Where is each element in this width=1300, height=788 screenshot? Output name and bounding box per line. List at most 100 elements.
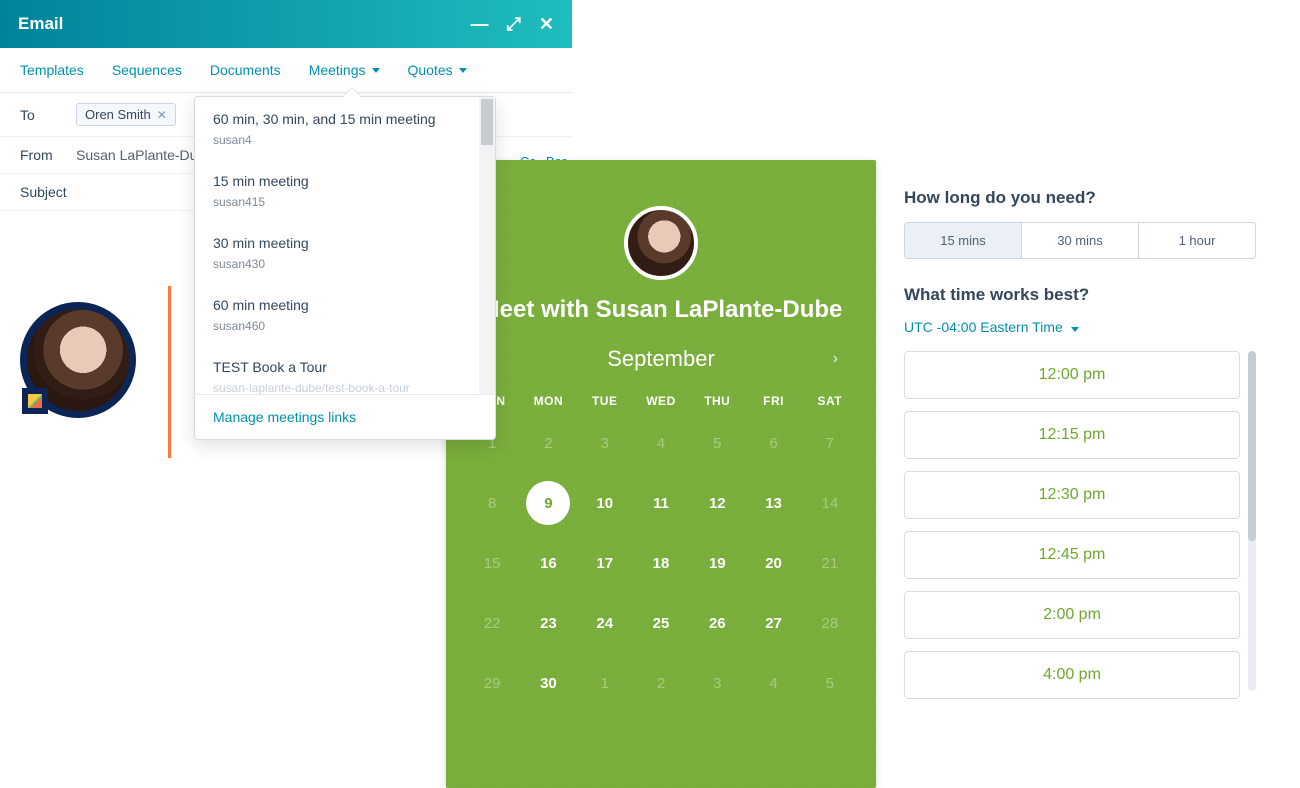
week-row: 891011121314 [464,486,858,520]
booking-panel: How long do you need? 15 mins30 mins1 ho… [880,168,1280,719]
calendar-day[interactable]: 3 [689,666,745,700]
meeting-title: 60 min meeting [213,297,477,313]
meeting-title: 30 min meeting [213,235,477,251]
sequences-tab[interactable]: Sequences [112,62,182,78]
dow-label: THU [689,394,745,408]
calendar-day[interactable]: 20 [745,546,801,580]
time-slot[interactable]: 12:15 pm [904,411,1240,459]
title-bar: Email — ⤢ ✕ [0,0,572,48]
calendar-day[interactable]: 24 [577,606,633,640]
close-icon[interactable]: ✕ [539,14,554,35]
calendar-day[interactable]: 17 [577,546,633,580]
avatar-badge [22,388,48,414]
calendar-day[interactable]: 25 [633,606,689,640]
calendar-day[interactable]: 4 [745,666,801,700]
day-of-week-row: SUNMONTUEWEDTHUFRISAT [464,394,858,408]
timezone-select[interactable]: UTC -04:00 Eastern Time [904,319,1256,335]
to-label: To [20,107,76,123]
meeting-title: 15 min meeting [213,173,477,189]
calendar-day[interactable]: 9 [526,481,570,525]
meeting-option[interactable]: 15 min meeting susan415 [195,159,495,221]
calendar-day[interactable]: 2 [633,666,689,700]
window-controls: — ⤢ ✕ [471,14,555,35]
manage-meetings-link[interactable]: Manage meetings links [195,394,495,439]
meeting-slug: susan4 [213,133,477,147]
meeting-option[interactable]: 60 min, 30 min, and 15 min meeting susan4 [195,97,495,159]
calendar-day[interactable]: 21 [802,546,858,580]
duration-button[interactable]: 30 mins [1022,223,1139,258]
calendar-day[interactable]: 1 [577,666,633,700]
calendar-day[interactable]: 29 [464,666,520,700]
compose-toolbar: Templates Sequences Documents Meetings Q… [0,48,572,93]
calendar-day[interactable]: 26 [689,606,745,640]
calendar-day[interactable]: 4 [633,426,689,460]
calendar-day[interactable]: 30 [520,666,576,700]
window-title: Email [18,14,63,34]
calendar-day[interactable]: 3 [577,426,633,460]
calendar-panel: Meet with Susan LaPlante-Dube ‹ Septembe… [446,160,876,788]
dow-label: MON [520,394,576,408]
meeting-slug: susan460 [213,319,477,333]
time-slot[interactable]: 12:30 pm [904,471,1240,519]
time-slot[interactable]: 4:00 pm [904,651,1240,699]
duration-button[interactable]: 15 mins [905,223,1022,258]
dow-label: SAT [802,394,858,408]
calendar-day[interactable]: 28 [802,606,858,640]
from-label: From [20,147,76,163]
scrollbar-thumb[interactable] [1248,351,1256,541]
calendar-day[interactable]: 23 [520,606,576,640]
calendar-day[interactable]: 16 [520,546,576,580]
meeting-option[interactable]: TEST Book a Toursusan-laplante-dube/test… [195,345,495,394]
calendar-day[interactable]: 8 [464,486,520,520]
time-heading: What time works best? [904,285,1256,305]
time-slot[interactable]: 2:00 pm [904,591,1240,639]
time-slot[interactable]: 12:00 pm [904,351,1240,399]
quotes-tab[interactable]: Quotes [408,62,467,78]
accent-bar [168,286,171,458]
calendar-day[interactable]: 13 [745,486,801,520]
calendar-day[interactable]: 18 [633,546,689,580]
calendar-day[interactable]: 27 [745,606,801,640]
calendar-day[interactable]: 10 [577,486,633,520]
calendar-day[interactable]: 12 [689,486,745,520]
duration-button[interactable]: 1 hour [1139,223,1255,258]
chevron-down-icon [1071,327,1079,332]
meetings-popover: 60 min, 30 min, and 15 min meeting susan4… [194,96,496,440]
calendar-heading: Meet with Susan LaPlante-Dube [464,296,858,324]
calendar-day[interactable]: 5 [802,666,858,700]
meeting-title: 60 min, 30 min, and 15 min meeting [213,111,477,127]
duration-group: 15 mins30 mins1 hour [904,222,1256,259]
calendar-day[interactable]: 15 [464,546,520,580]
meetings-tab[interactable]: Meetings [309,62,380,78]
scrollbar-thumb[interactable] [481,99,493,145]
meetings-list[interactable]: 60 min, 30 min, and 15 min meeting susan4… [195,97,495,394]
recipient-chip[interactable]: Oren Smith ✕ [76,103,176,126]
templates-tab[interactable]: Templates [20,62,84,78]
calendar-day[interactable]: 6 [745,426,801,460]
week-row: 15161718192021 [464,546,858,580]
scrollbar-track[interactable] [479,97,495,394]
calendar-day[interactable]: 7 [802,426,858,460]
documents-tab[interactable]: Documents [210,62,281,78]
next-month-icon[interactable]: › [825,346,846,372]
calendar-day[interactable]: 5 [689,426,745,460]
calendar-day[interactable]: 22 [464,606,520,640]
calendar-day[interactable]: 2 [520,426,576,460]
chevron-down-icon [372,68,380,73]
calendar-day[interactable]: 14 [802,486,858,520]
remove-chip-icon[interactable]: ✕ [157,108,167,122]
calendar-day[interactable]: 19 [689,546,745,580]
time-slot[interactable]: 12:45 pm [904,531,1240,579]
expand-icon[interactable]: ⤢ [507,14,521,35]
meeting-option[interactable]: 30 min meetingsusan430 [195,221,495,283]
subject-label: Subject [20,184,76,200]
meeting-option[interactable]: 60 min meeting susan460 [195,283,495,345]
calendar-day[interactable]: 11 [633,486,689,520]
dow-label: FRI [745,394,801,408]
from-value: Susan LaPlante-Dub [76,147,205,163]
meeting-slug: susan415 [213,195,477,209]
chevron-down-icon [459,68,467,73]
month-nav: ‹ September › [464,346,858,372]
week-row: 22232425262728 [464,606,858,640]
minimize-icon[interactable]: — [471,14,489,35]
